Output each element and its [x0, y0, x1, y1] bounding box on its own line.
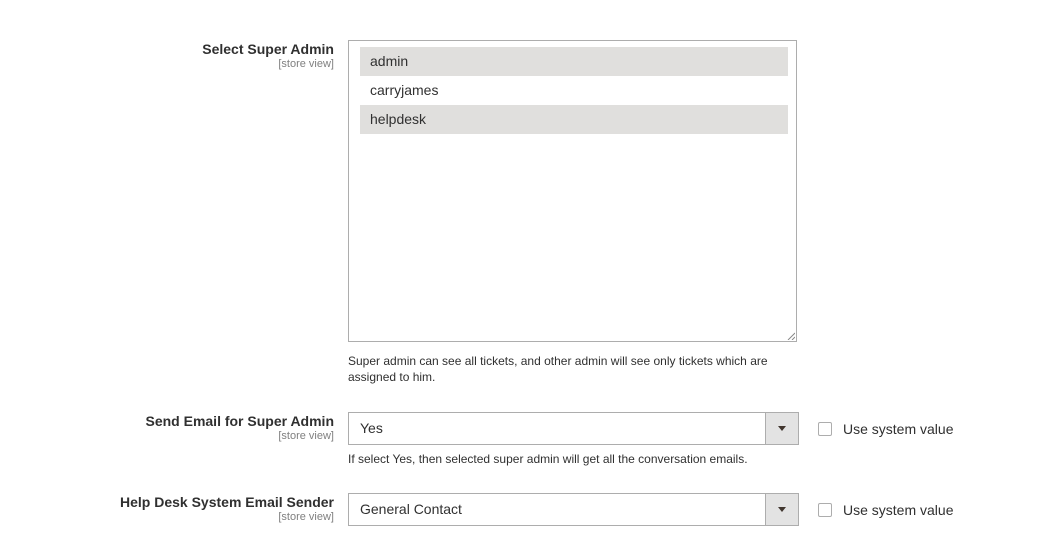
- super-admin-multiselect[interactable]: admin carryjames helpdesk: [348, 40, 797, 342]
- resize-handle-icon[interactable]: [787, 332, 795, 340]
- send-email-dropdown-button[interactable]: [765, 413, 798, 444]
- use-system-value-checkbox[interactable]: [818, 503, 832, 517]
- email-sender-scope: [store view]: [278, 511, 334, 523]
- chevron-down-icon: [778, 507, 786, 512]
- email-sender-label-group: Help Desk System Email Sender [store vie…: [34, 494, 334, 524]
- send-email-note: If select Yes, then selected super admin…: [348, 452, 748, 466]
- super-admin-scope: [store view]: [278, 58, 334, 70]
- super-admin-option-carryjames[interactable]: carryjames: [360, 76, 788, 105]
- super-admin-option-admin[interactable]: admin: [360, 47, 788, 76]
- send-email-select[interactable]: Yes: [348, 412, 799, 445]
- send-email-scope: [store view]: [278, 430, 334, 442]
- chevron-down-icon: [778, 426, 786, 431]
- email-sender-dropdown-button[interactable]: [765, 494, 798, 525]
- send-email-label-group: Send Email for Super Admin [store view]: [34, 413, 334, 443]
- super-admin-option-helpdesk[interactable]: helpdesk: [360, 105, 788, 134]
- send-email-value: Yes: [360, 420, 383, 436]
- use-system-value-checkbox[interactable]: [818, 422, 832, 436]
- use-system-value-label: Use system value: [843, 502, 954, 518]
- email-sender-value: General Contact: [360, 501, 462, 517]
- email-sender-label: Help Desk System Email Sender: [120, 494, 334, 510]
- super-admin-note: Super admin can see all tickets, and oth…: [348, 354, 768, 384]
- send-email-label: Send Email for Super Admin: [145, 413, 334, 429]
- super-admin-label: Select Super Admin: [202, 41, 334, 57]
- email-sender-select[interactable]: General Contact: [348, 493, 799, 526]
- email-sender-use-system-value[interactable]: Use system value: [818, 502, 953, 518]
- send-email-use-system-value[interactable]: Use system value: [818, 421, 953, 437]
- super-admin-label-group: Select Super Admin [store view]: [34, 41, 334, 71]
- use-system-value-label: Use system value: [843, 421, 954, 437]
